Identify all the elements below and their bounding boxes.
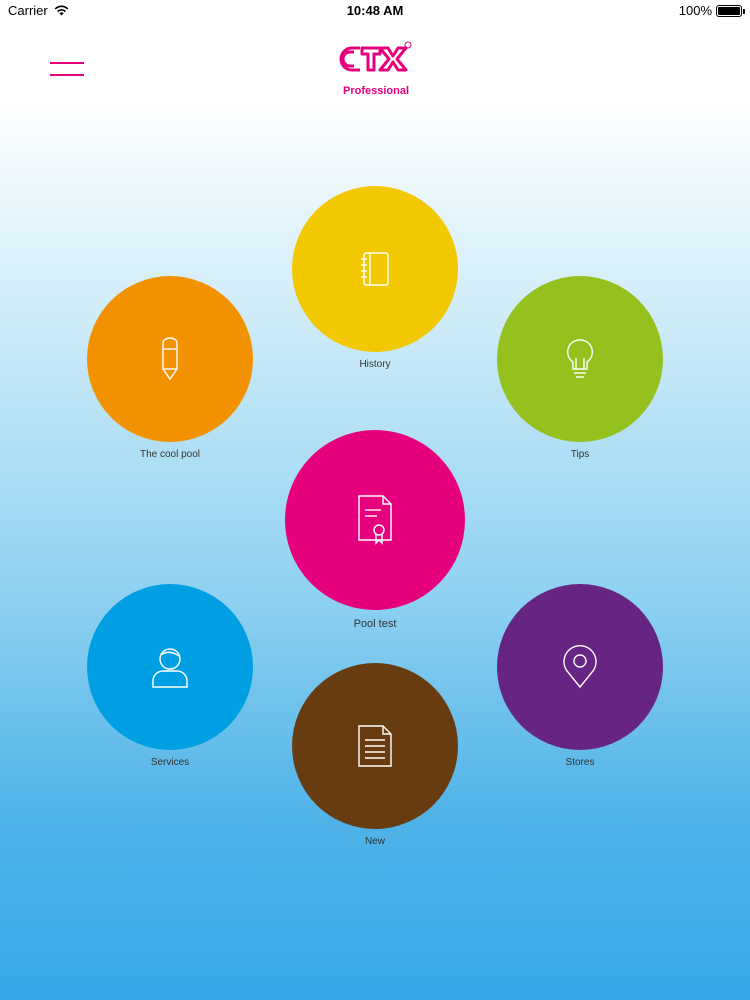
hamburger-line: [50, 74, 84, 76]
user-icon: [152, 648, 188, 688]
pool-test-label: Pool test: [353, 618, 397, 630]
stores-button[interactable]: [497, 584, 663, 750]
certificate-icon: [358, 495, 392, 545]
battery-icon: [716, 4, 745, 17]
hamburger-line: [50, 62, 84, 64]
status-right: 100%: [678, 3, 745, 18]
status-bar: Carrier 10:48 AM 100%: [0, 0, 750, 22]
the-cool-pool-button[interactable]: [87, 276, 253, 442]
stores-label: Stores: [565, 757, 595, 768]
lightbulb-icon: [566, 339, 594, 378]
app-header: Professional: [0, 22, 750, 100]
pool-test-button[interactable]: [285, 430, 465, 610]
tips-label: Tips: [570, 449, 590, 460]
main-menu: History The cool pool Tips Pool test Ser…: [0, 100, 750, 1000]
services-label: Services: [150, 757, 190, 768]
new-label: New: [364, 836, 385, 847]
new-button[interactable]: [292, 663, 458, 829]
notebook-icon: [361, 252, 389, 286]
services-button[interactable]: [87, 584, 253, 750]
document-icon: [358, 725, 392, 767]
status-time: 10:48 AM: [346, 3, 404, 18]
pencil-icon: [162, 337, 178, 381]
tips-button[interactable]: [497, 276, 663, 442]
logo-subtitle: Professional: [342, 85, 410, 97]
history-label: History: [359, 359, 391, 370]
location-pin-icon: [563, 645, 597, 689]
menu-button[interactable]: [50, 58, 86, 80]
history-button[interactable]: [292, 186, 458, 352]
the-cool-pool-label: The cool pool: [139, 449, 201, 460]
battery-percent: 100%: [678, 3, 712, 18]
